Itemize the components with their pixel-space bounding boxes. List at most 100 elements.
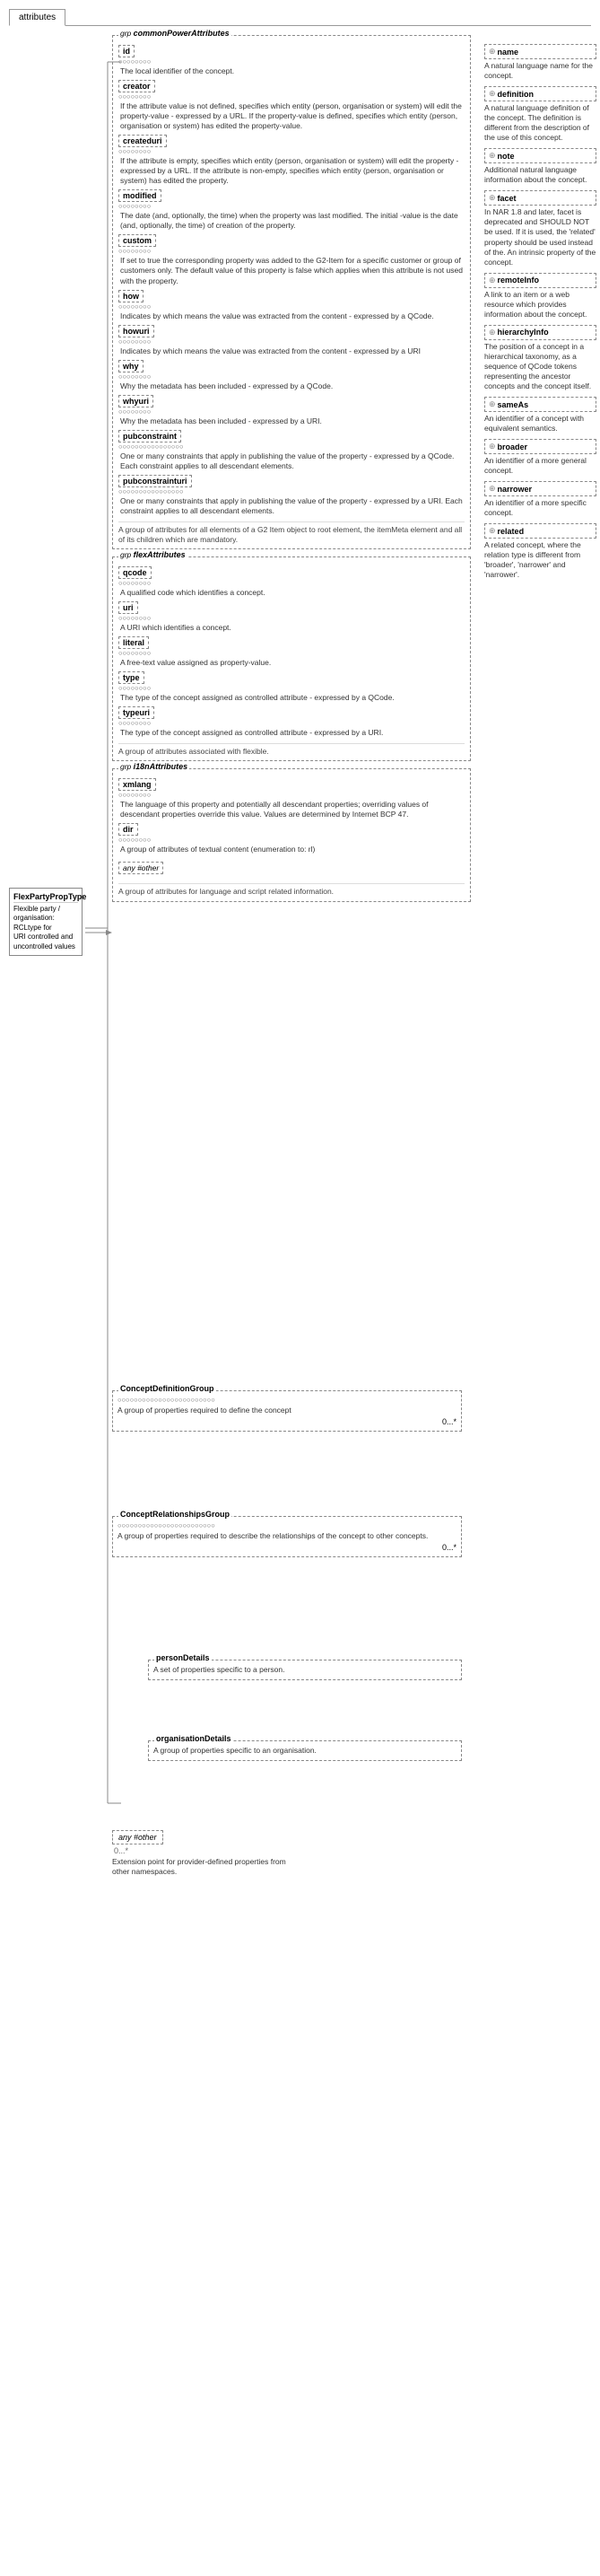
element-broader-group: ⊕ broader An identifier of a more genera… xyxy=(484,439,596,476)
element-note-label: note xyxy=(498,152,515,161)
element-remoteinfo-desc: A link to an item or a web resource whic… xyxy=(484,290,596,320)
attr-type-desc: The type of the concept assigned as cont… xyxy=(120,693,465,703)
attr-literal-dots: ○○○○○○○○ xyxy=(118,649,465,657)
attr-createduri-desc: If the attribute is empty, specifies whi… xyxy=(120,156,465,186)
attr-id-dots: ○○○○○○○○ xyxy=(118,57,465,66)
attr-why-dots: ○○○○○○○○ xyxy=(118,372,465,381)
element-related-group: ⊕ related A related concept, where the r… xyxy=(484,523,596,580)
any-other-desc: Extension point for provider-defined pro… xyxy=(112,1857,291,1877)
element-name-group: ⊕ name A natural language name for the c… xyxy=(484,44,596,81)
attr-id-desc: The local identifier of the concept. xyxy=(120,66,465,76)
attr-custom-row: custom ○○○○○○○○ xyxy=(118,234,465,255)
common-power-attributes-group: grp commonPowerAttributes id ○○○○○○○○ Th… xyxy=(112,35,471,549)
attr-custom-dots: ○○○○○○○○ xyxy=(118,247,465,255)
any-other-multiplicity: 0...* xyxy=(114,1846,291,1855)
common-power-attributes-title: grp commonPowerAttributes xyxy=(118,29,231,38)
attr-xmlang-dots: ○○○○○○○○ xyxy=(118,791,465,799)
element-hierarchyinfo-group: ⊕ hierarchyInfo The position of a concep… xyxy=(484,325,596,391)
element-narrower-label: narrower xyxy=(498,485,533,494)
element-hierarchyinfo-desc: The position of a concept in a hierarchi… xyxy=(484,342,596,391)
attr-type-row: type ○○○○○○○○ xyxy=(118,671,465,692)
attr-qcode-dots: ○○○○○○○○ xyxy=(118,579,465,587)
attr-whyuri-name: whyuri xyxy=(118,395,153,407)
element-name-desc: A natural language name for the concept. xyxy=(484,61,596,81)
element-definition-label: definition xyxy=(498,90,535,99)
attr-why-row: why ○○○○○○○○ xyxy=(118,360,465,381)
concept-def-desc: A group of properties required to define… xyxy=(117,1406,457,1415)
element-facet-desc: In NAR 1.8 and later, facet is deprecate… xyxy=(484,207,596,267)
definition-icon: ⊕ xyxy=(489,89,496,99)
attr-how-row: how ○○○○○○○○ xyxy=(118,290,465,311)
i18n-attrs-footer: A group of attributes for language and s… xyxy=(118,883,465,897)
attr-pubconstraint-dots: ○○○○○○○○○○○○○○○○ xyxy=(118,442,465,451)
attr-typeuri-name: typeuri xyxy=(118,706,154,719)
concept-rel-title: ConceptRelationshipsGroup xyxy=(118,1510,231,1519)
attr-modified-name: modified xyxy=(118,189,161,202)
flex-party-prop-type-title: FlexPartyPropType xyxy=(13,892,78,903)
element-definition-desc: A natural language definition of the con… xyxy=(484,103,596,143)
concept-rel-desc: A group of properties required to descri… xyxy=(117,1531,457,1541)
element-note-group: ⊕ note Additional natural language infor… xyxy=(484,148,596,185)
attr-modified-dots: ○○○○○○○○ xyxy=(118,202,465,210)
attr-creator-name: creator xyxy=(118,80,155,92)
element-narrower-desc: An identifier of a more specific concept… xyxy=(484,498,596,518)
remoteinfo-icon: ⊕ xyxy=(489,276,496,285)
attr-literal-name: literal xyxy=(118,636,149,649)
any-other-section: any #other 0...* Extension point for pro… xyxy=(112,1830,291,1877)
element-remoteinfo-group: ⊕ remoteInfo A link to an item or a web … xyxy=(484,273,596,320)
attr-typeuri-row: typeuri ○○○○○○○○ xyxy=(118,706,465,727)
concept-rel-multiplicity: 0...* xyxy=(117,1543,457,1552)
name-icon: ⊕ xyxy=(489,47,496,57)
related-icon: ⊕ xyxy=(489,526,496,536)
attr-qcode-row: qcode ○○○○○○○○ xyxy=(118,566,465,587)
attr-uri-desc: A URI which identifies a concept. xyxy=(120,623,465,633)
element-sameas-label: sameAs xyxy=(498,400,529,409)
attr-qcode-name: qcode xyxy=(118,566,152,579)
attr-howuri-desc: Indicates by which means the value was e… xyxy=(120,346,465,356)
element-related-desc: A related concept, where the relation ty… xyxy=(484,540,596,580)
attr-id-row: id ○○○○○○○○ xyxy=(118,45,465,66)
attr-howuri-row: howuri ○○○○○○○○ xyxy=(118,325,465,346)
concept-def-title: ConceptDefinitionGroup xyxy=(118,1384,216,1393)
element-sameas-group: ⊕ sameAs An identifier of a concept with… xyxy=(484,397,596,434)
attr-how-desc: Indicates by which means the value was e… xyxy=(120,311,465,321)
attr-createduri-dots: ○○○○○○○○ xyxy=(118,147,465,155)
org-details-desc: A group of properties specific to an org… xyxy=(153,1746,457,1756)
person-details-title: personDetails xyxy=(154,1653,212,1662)
concept-rel-dots: ○○○○○○○○○○○○○○○○○○○○○○○○ xyxy=(117,1521,457,1529)
attr-createduri-row: createduri ○○○○○○○○ xyxy=(118,135,465,155)
attr-why-desc: Why the metadata has been included - exp… xyxy=(120,381,465,391)
attr-why-name: why xyxy=(118,360,143,372)
attr-custom-name: custom xyxy=(118,234,156,247)
flex-attributes-group: grp flexAttributes qcode ○○○○○○○○ A qual… xyxy=(112,556,471,761)
attr-custom-desc: If set to true the corresponding propert… xyxy=(120,256,465,285)
attr-dir-desc: A group of attributes of textual content… xyxy=(120,845,465,854)
attr-uri-dots: ○○○○○○○○ xyxy=(118,614,465,622)
attr-modified-desc: The date (and, optionally, the time) whe… xyxy=(120,211,465,231)
attr-modified-row: modified ○○○○○○○○ xyxy=(118,189,465,210)
attr-xmlang-name: xmlang xyxy=(118,778,156,791)
attr-whyuri-desc: Why the metadata has been included - exp… xyxy=(120,416,465,426)
element-hierarchyinfo-label: hierarchyInfo xyxy=(498,328,549,337)
attr-dir-row: dir ○○○○○○○○ xyxy=(118,823,465,844)
attr-xmlang-row: xmlang ○○○○○○○○ xyxy=(118,778,465,799)
attr-howuri-dots: ○○○○○○○○ xyxy=(118,337,465,346)
person-details-desc: A set of properties specific to a person… xyxy=(153,1665,457,1675)
attr-xmlang-desc: The language of this property and potent… xyxy=(120,800,465,819)
flex-party-prop-type-box: FlexPartyPropType Flexible party / organ… xyxy=(9,888,83,956)
person-details-section: personDetails A set of properties specif… xyxy=(148,1660,462,1686)
i18n-attributes-title: grp i18nAttributes xyxy=(118,762,189,771)
attr-pubconstrainturi-desc: One or many constraints that apply in pu… xyxy=(120,496,465,516)
attr-qcode-desc: A qualified code which identifies a conc… xyxy=(120,588,465,598)
attr-pubconstraint-desc: One or many constraints that apply in pu… xyxy=(120,451,465,471)
org-details-title: organisationDetails xyxy=(154,1734,233,1743)
common-power-attrs-footer: A group of attributes for all elements o… xyxy=(118,521,465,545)
element-facet-group: ⊕ facet In NAR 1.8 and later, facet is d… xyxy=(484,190,596,267)
tab-attributes[interactable]: attributes xyxy=(9,9,65,26)
element-broader-label: broader xyxy=(498,442,528,451)
page-container: attributes FlexPartyPropType Flexible pa… xyxy=(0,0,600,2557)
element-note-desc: Additional natural language information … xyxy=(484,165,596,185)
attr-id-name: id xyxy=(118,45,135,57)
element-facet-label: facet xyxy=(498,194,517,203)
narrower-icon: ⊕ xyxy=(489,484,496,494)
